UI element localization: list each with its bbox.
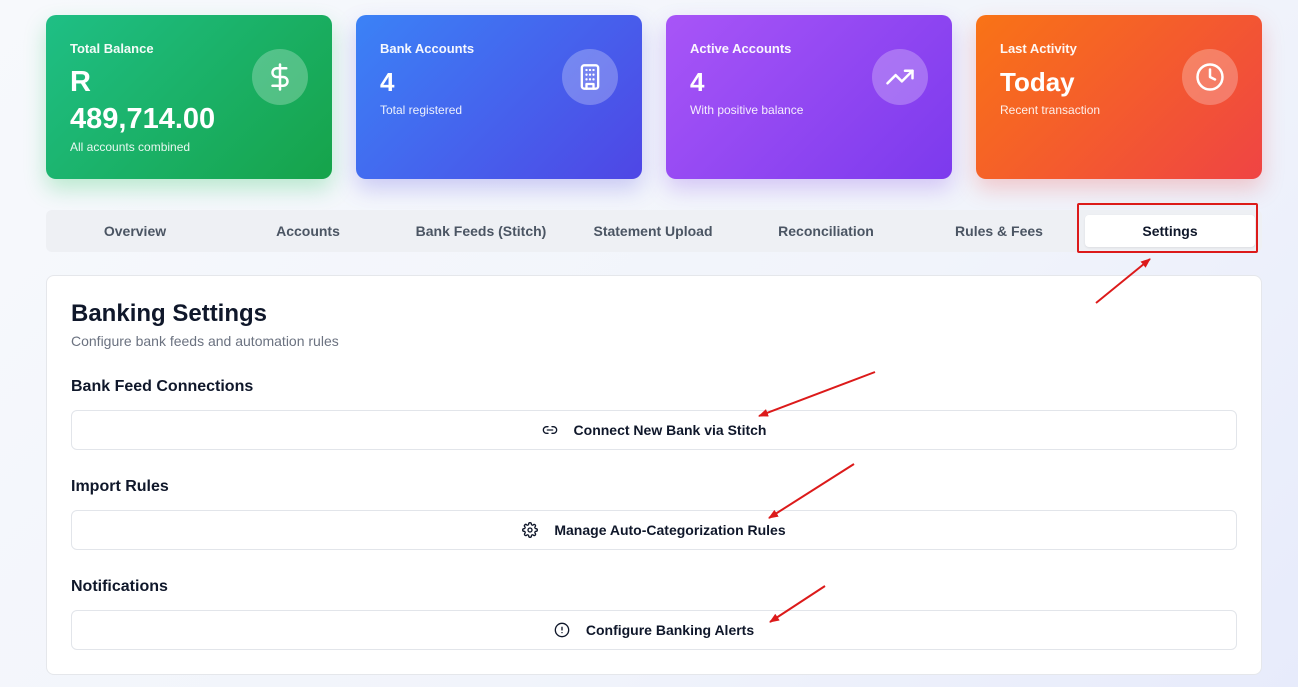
tab-reconciliation[interactable]: Reconciliation [741,215,911,247]
last-activity-card: Last Activity Today Recent transaction [976,15,1262,179]
card-subtext: Recent transaction [1000,103,1101,117]
section-title-bank-feed: Bank Feed Connections [71,378,254,395]
bank-accounts-card: Bank Accounts 4 Total registered [356,15,642,179]
link-icon [542,422,558,438]
button-label: Connect New Bank via Stitch [573,422,767,438]
card-subtext: With positive balance [690,103,804,117]
annotation-highlight-box [1077,203,1258,253]
alert-circle-icon [554,622,570,638]
page-description: Configure bank feeds and automation rule… [71,333,339,349]
button-label: Manage Auto-Categorization Rules [554,522,786,538]
manage-rules-button[interactable]: Manage Auto-Categorization Rules [71,510,1237,550]
tab-statement-upload[interactable]: Statement Upload [568,215,738,247]
total-balance-card: Total Balance R 489,714.00 All accounts … [46,15,332,179]
tab-bank-feeds[interactable]: Bank Feeds (Stitch) [396,215,566,247]
tab-overview[interactable]: Overview [50,215,220,247]
gear-icon [522,522,539,538]
connect-bank-button[interactable]: Connect New Bank via Stitch [71,410,1237,450]
building-icon [562,49,618,105]
banking-settings-panel: Banking Settings Configure bank feeds an… [46,275,1262,675]
trending-up-icon [872,49,928,105]
clock-icon [1182,49,1238,105]
dollar-icon [252,49,308,105]
page-title: Banking Settings [71,300,268,327]
tab-rules-fees[interactable]: Rules & Fees [914,215,1084,247]
configure-alerts-button[interactable]: Configure Banking Alerts [71,610,1237,650]
tab-accounts[interactable]: Accounts [223,215,393,247]
card-value: R 489,714.00 [70,66,216,135]
button-label: Configure Banking Alerts [585,622,755,638]
active-accounts-card: Active Accounts 4 With positive balance [666,15,952,179]
section-title-import-rules: Import Rules [71,478,169,495]
stat-cards: Total Balance R 489,714.00 All accounts … [46,15,1262,179]
card-subtext: Total registered [380,103,463,117]
card-subtext: All accounts combined [70,140,191,154]
section-title-notifications: Notifications [71,578,168,595]
